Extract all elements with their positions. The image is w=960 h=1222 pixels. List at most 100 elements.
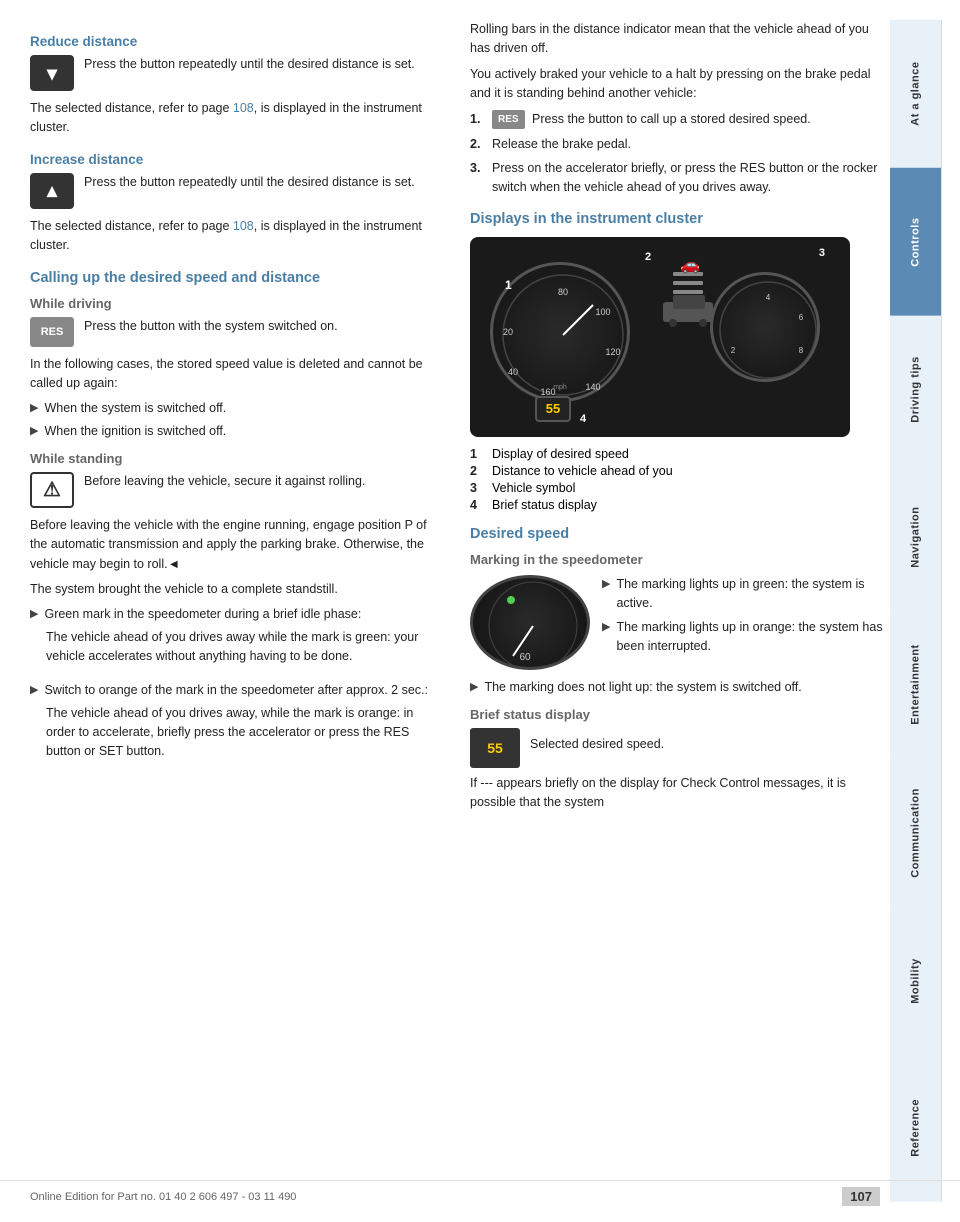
sidebar-item-controls[interactable]: Controls [890,168,942,316]
list-item: ▶ Green mark in the speedometer during a… [30,605,440,677]
numbered-steps: 1. RES Press the button to call up a sto… [470,110,890,197]
svg-text:120: 120 [605,347,620,357]
list-item: 1. RES Press the button to call up a sto… [470,110,890,129]
while-driving-desc: Press the button with the system switche… [84,317,338,336]
res-inline-icon: RES [492,110,525,129]
list-item: ▶ The marking lights up in green: the sy… [602,575,890,613]
sidebar-item-mobility[interactable]: Mobility [890,907,942,1055]
no-light-item: ▶ The marking does not light up: the sys… [470,678,890,697]
increase-distance-icon-box: ▴ Press the button repeatedly until the … [30,173,440,209]
svg-text:60: 60 [519,652,531,663]
left-column: Reduce distance ▾ Press the button repea… [30,20,460,1202]
reduce-distance-link[interactable]: 108 [233,101,254,115]
speedo-svg: 80 100 120 140 160 40 20 1 [493,265,633,405]
sidebar-item-driving-tips[interactable]: Driving tips [890,316,942,464]
increase-distance-link[interactable]: 108 [233,219,254,233]
displays-section: Displays in the instrument cluster mph 8… [470,211,890,512]
list-item: ▶ When the system is switched off. [30,399,440,418]
increase-distance-section: Increase distance ▴ Press the button rep… [30,152,440,256]
bullet-arrow-icon: ▶ [602,619,610,636]
bullet-arrow-icon: ▶ [30,400,38,417]
reduce-distance-icon: ▾ [30,55,74,91]
while-driving-section: While driving RES Press the button with … [30,296,440,441]
cluster-label-4: 4 [580,413,586,425]
page-number: 107 [842,1187,880,1206]
increase-distance-heading: Increase distance [30,152,440,167]
svg-text:6: 6 [799,313,804,322]
while-standing-body2: The system brought the vehicle to a comp… [30,580,440,599]
footer: Online Edition for Part no. 01 40 2 606 … [0,1180,960,1212]
down-arrow-icon: ▾ [47,61,57,86]
while-standing-body1: Before leaving the vehicle with the engi… [30,516,440,574]
reduce-distance-desc: Press the button repeatedly until the de… [84,55,415,74]
while-driving-icon-box: RES Press the button with the system swi… [30,317,440,347]
reduce-distance-icon-box: ▾ Press the button repeatedly until the … [30,55,440,91]
while-driving-bullets: ▶ When the system is switched off. ▶ Whe… [30,399,440,441]
svg-text:140: 140 [585,382,600,392]
right-column: Rolling bars in the distance indicator m… [460,20,890,1202]
bullet-arrow-icon: ▶ [30,682,38,699]
legend-item-1: 1 Display of desired speed [470,447,890,461]
reduce-distance-section: Reduce distance ▾ Press the button repea… [30,34,440,138]
rolling-bars-text: Rolling bars in the distance indicator m… [470,20,890,59]
sidebar-item-communication[interactable]: Communication [890,759,942,907]
cluster-legend: 1 Display of desired speed 2 Distance to… [470,447,890,512]
while-driving-note: In the following cases, the stored speed… [30,355,440,394]
sidebar-item-navigation[interactable]: Navigation [890,463,942,611]
legend-item-4: 4 Brief status display [470,498,890,512]
res-button-icon: RES [30,317,74,347]
increase-distance-icon: ▴ [30,173,74,209]
svg-text:40: 40 [508,367,518,377]
list-item: 3. Press on the accelerator briefly, or … [470,159,890,197]
legend-item-2: 2 Distance to vehicle ahead of you [470,464,890,478]
reduce-distance-note: The selected distance, refer to page 108… [30,99,440,138]
while-standing-section: While standing ⚠ Before leaving the vehi… [30,451,440,772]
while-standing-icon-box: ⚠ Before leaving the vehicle, secure it … [30,472,440,508]
list-item: ▶ Switch to orange of the mark in the sp… [30,681,440,772]
cluster-inner: mph 80 100 120 140 160 40 20 [470,237,850,437]
rpm-circle: 4 6 8 2 [710,272,820,382]
marking-speedometer: 60 [470,575,590,670]
svg-text:4: 4 [766,293,771,302]
speedometer-circle: mph 80 100 120 140 160 40 20 [490,262,630,402]
displays-heading: Displays in the instrument cluster [470,211,890,227]
brief-status-heading: Brief status display [470,707,890,722]
marking-sub-heading: Marking in the speedometer [470,552,890,567]
brief-status-desc: Selected desired speed. [530,735,664,754]
sidebar-item-entertainment[interactable]: Entertainment [890,611,942,759]
brief-status-section: Brief status display 55 Selected desired… [470,707,890,813]
vehicle-symbol: 🚗 [680,255,700,275]
braked-text: You actively braked your vehicle to a ha… [470,65,890,104]
cluster-label-3: 3 [819,247,825,259]
list-item: ▶ When the ignition is switched off. [30,422,440,441]
svg-text:100: 100 [595,307,610,317]
legend-item-3: 3 Vehicle symbol [470,481,890,495]
footer-text: Online Edition for Part no. 01 40 2 606 … [30,1191,296,1203]
while-standing-desc: Before leaving the vehicle, secure it ag… [84,472,365,491]
bullet-arrow-icon: ▶ [30,606,38,623]
svg-text:20: 20 [503,327,513,337]
sub-bullet-text2: The vehicle ahead of you drives away, wh… [46,704,440,762]
warning-icon: ⚠ [30,472,74,508]
svg-text:2: 2 [731,346,736,355]
sidebar: At a glance Controls Driving tips Naviga… [890,20,942,1202]
cluster-label-2: 2 [645,251,651,263]
while-driving-heading: While driving [30,296,440,311]
while-standing-heading: While standing [30,451,440,466]
reduce-distance-heading: Reduce distance [30,34,440,49]
bullet-arrow-icon: ▶ [30,423,38,440]
marking-section: 60 ▶ The marking lights up in green: the… [470,575,890,670]
while-standing-bullets: ▶ Green mark in the speedometer during a… [30,605,440,771]
main-content: Reduce distance ▾ Press the button repea… [0,0,960,1222]
list-item: 2. Release the brake pedal. [470,135,890,154]
svg-text:8: 8 [799,346,804,355]
instrument-cluster-image: mph 80 100 120 140 160 40 20 [470,237,850,437]
sub-bullet-text: The vehicle ahead of you drives away whi… [46,628,440,667]
final-text: If --- appears briefly on the display fo… [470,774,890,813]
calling-up-section: Calling up the desired speed and distanc… [30,270,440,772]
status-display-icon: 55 [470,728,520,768]
speed-display-box: 55 [535,396,571,422]
desired-speed-heading: Desired speed [470,526,890,542]
svg-text:1: 1 [505,278,512,292]
sidebar-item-at-a-glance[interactable]: At a glance [890,20,942,168]
